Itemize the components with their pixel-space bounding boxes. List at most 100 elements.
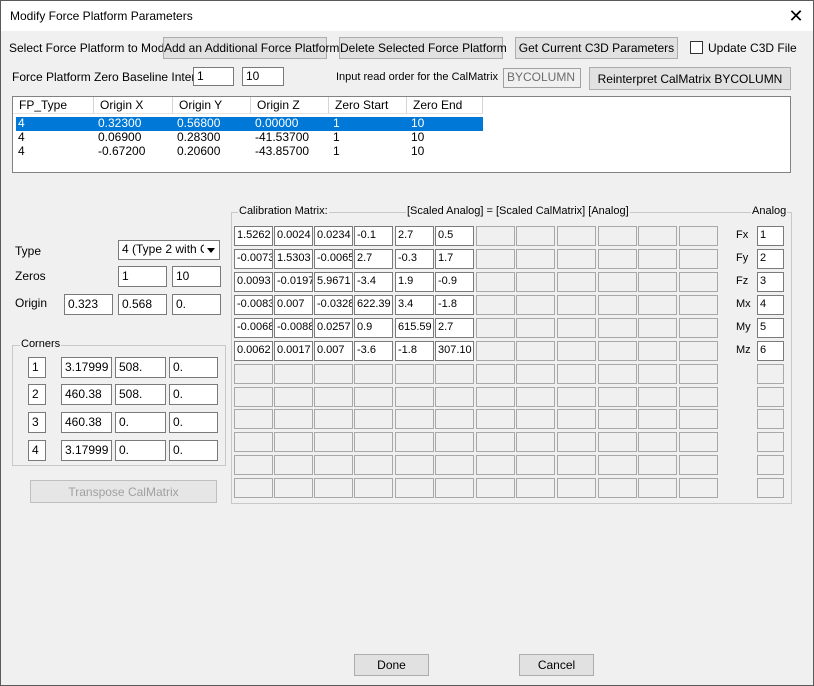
calmatrix-cell[interactable]: 1.7	[435, 249, 474, 269]
calmatrix-cell[interactable]: -0.0073	[234, 249, 273, 269]
calmatrix-cell-empty	[476, 341, 515, 361]
calmatrix-cell[interactable]: 622.39	[354, 295, 393, 315]
type-select[interactable]: 4 (Type 2 with Cal	[118, 240, 220, 260]
analog-channel-input[interactable]: 6	[757, 341, 784, 361]
cancel-button[interactable]: Cancel	[519, 654, 594, 676]
corner-z-input[interactable]: 0.	[169, 357, 218, 378]
chevron-down-icon[interactable]	[204, 242, 218, 258]
column-header-zero-start[interactable]: Zero Start	[329, 97, 407, 114]
corner-z-input[interactable]: 0.	[169, 384, 218, 405]
corner-y-input[interactable]: 0.	[115, 440, 166, 461]
get-c3d-parameters-button[interactable]: Get Current C3D Parameters	[515, 37, 678, 59]
corner-number[interactable]: 4	[28, 440, 46, 461]
corner-number[interactable]: 1	[28, 357, 46, 378]
calmatrix-cell[interactable]: 0.007	[314, 341, 353, 361]
calmatrix-cell[interactable]: 0.007	[274, 295, 313, 315]
analog-row-label: Fx	[736, 229, 749, 241]
calmatrix-cell-empty	[638, 409, 677, 429]
corner-x-input[interactable]: 3.17999	[61, 357, 112, 378]
calmatrix-cell[interactable]: 2.7	[395, 226, 434, 246]
calmatrix-cell[interactable]: -1.8	[395, 341, 434, 361]
corner-z-input[interactable]: 0.	[169, 412, 218, 433]
origin-z-input[interactable]: 0.	[172, 294, 221, 315]
corner-z-input[interactable]: 0.	[169, 440, 218, 461]
column-header-fp-type[interactable]: FP_Type	[13, 97, 94, 114]
calmatrix-cell[interactable]: -0.0088	[274, 318, 313, 338]
calmatrix-cell[interactable]: -0.0083	[234, 295, 273, 315]
calmatrix-cell[interactable]: -0.0328	[314, 295, 353, 315]
zero-end-input[interactable]: 10	[242, 67, 284, 86]
reinterpret-calmatrix-button[interactable]: Reinterpret CalMatrix BYCOLUMN	[589, 67, 791, 90]
calmatrix-cell[interactable]: 0.0062	[234, 341, 273, 361]
analog-channel-input[interactable]: 4	[757, 295, 784, 315]
calmatrix-cell[interactable]: 3.4	[395, 295, 434, 315]
analog-channel-input[interactable]: 5	[757, 318, 784, 338]
corner-y-input[interactable]: 508.	[115, 357, 166, 378]
window-title: Modify Force Platform Parameters	[10, 9, 193, 23]
calmatrix-cell[interactable]: 0.0234	[314, 226, 353, 246]
calmatrix-cell[interactable]: 615.59	[395, 318, 434, 338]
calmatrix-cell[interactable]: -0.0065	[314, 249, 353, 269]
calmatrix-cell[interactable]: 307.10	[435, 341, 474, 361]
corner-number[interactable]: 2	[28, 384, 46, 405]
corner-x-input[interactable]: 3.17999	[61, 440, 112, 461]
calmatrix-cell-empty	[598, 226, 637, 246]
table-row[interactable]: 4 0.32300 0.56800 0.00000 1 10	[16, 117, 483, 131]
column-header-origin-x[interactable]: Origin X	[94, 97, 173, 114]
calmatrix-cell[interactable]: 1.5303	[274, 249, 313, 269]
calmatrix-cell-empty	[354, 364, 393, 384]
calmatrix-cell[interactable]: 1.5262	[234, 226, 273, 246]
analog-channel-input[interactable]: 2	[757, 249, 784, 269]
force-platform-list[interactable]: FP_Type Origin X Origin Y Origin Z Zero …	[12, 96, 791, 173]
calmatrix-cell[interactable]: -0.0068	[234, 318, 273, 338]
corner-number[interactable]: 3	[28, 412, 46, 433]
calmatrix-cell-empty	[274, 455, 313, 475]
column-header-origin-y[interactable]: Origin Y	[173, 97, 251, 114]
calmatrix-cell[interactable]: 1.9	[395, 272, 434, 292]
calmatrix-cell[interactable]: -3.6	[354, 341, 393, 361]
calmatrix-cell-empty	[354, 387, 393, 407]
calmatrix-cell[interactable]: -1.8	[435, 295, 474, 315]
origin-y-input[interactable]: 0.568	[118, 294, 167, 315]
calmatrix-cell-empty	[234, 364, 273, 384]
zeros-end-input[interactable]: 10	[172, 266, 221, 287]
calmatrix-cell-empty	[234, 387, 273, 407]
table-row[interactable]: 4 -0.67200 0.20600 -43.85700 1 10	[16, 145, 483, 159]
delete-platform-button[interactable]: Delete Selected Force Platform	[339, 37, 507, 59]
zero-start-input[interactable]: 1	[193, 67, 234, 86]
calmatrix-cell[interactable]: -0.1	[354, 226, 393, 246]
table-cell: 1	[333, 144, 340, 158]
analog-channel-input[interactable]: 3	[757, 272, 784, 292]
column-header-origin-z[interactable]: Origin Z	[251, 97, 329, 114]
table-cell: 1	[333, 116, 340, 130]
calmatrix-cell-empty	[476, 318, 515, 338]
close-icon[interactable]: ✕	[785, 5, 807, 27]
calmatrix-cell[interactable]: 0.0093	[234, 272, 273, 292]
calmatrix-cell[interactable]: 0.5	[435, 226, 474, 246]
update-c3d-checkbox[interactable]	[690, 41, 703, 54]
calmatrix-cell[interactable]: -0.3	[395, 249, 434, 269]
corner-x-input[interactable]: 460.38	[61, 384, 112, 405]
transpose-calmatrix-button[interactable]: Transpose CalMatrix	[30, 480, 217, 503]
calmatrix-cell[interactable]: -0.0197	[274, 272, 313, 292]
analog-channel-input[interactable]: 1	[757, 226, 784, 246]
done-button[interactable]: Done	[354, 654, 429, 676]
corner-x-input[interactable]: 460.38	[61, 412, 112, 433]
calmatrix-cell[interactable]: -0.9	[435, 272, 474, 292]
analog-channel-empty	[757, 455, 784, 475]
table-row[interactable]: 4 0.06900 0.28300 -41.53700 1 10	[16, 131, 483, 145]
origin-x-input[interactable]: 0.323	[64, 294, 113, 315]
corner-y-input[interactable]: 508.	[115, 384, 166, 405]
calmatrix-cell[interactable]: 5.9671	[314, 272, 353, 292]
add-platform-button[interactable]: Add an Additional Force Platform	[163, 37, 339, 59]
corner-y-input[interactable]: 0.	[115, 412, 166, 433]
zeros-start-input[interactable]: 1	[118, 266, 167, 287]
calmatrix-cell[interactable]: 2.7	[354, 249, 393, 269]
calmatrix-cell[interactable]: 0.0024	[274, 226, 313, 246]
calmatrix-cell[interactable]: 0.9	[354, 318, 393, 338]
calmatrix-cell[interactable]: 0.0257	[314, 318, 353, 338]
calmatrix-cell[interactable]: -3.4	[354, 272, 393, 292]
calmatrix-cell[interactable]: 2.7	[435, 318, 474, 338]
calmatrix-cell[interactable]: 0.0017	[274, 341, 313, 361]
column-header-zero-end[interactable]: Zero End	[407, 97, 483, 114]
